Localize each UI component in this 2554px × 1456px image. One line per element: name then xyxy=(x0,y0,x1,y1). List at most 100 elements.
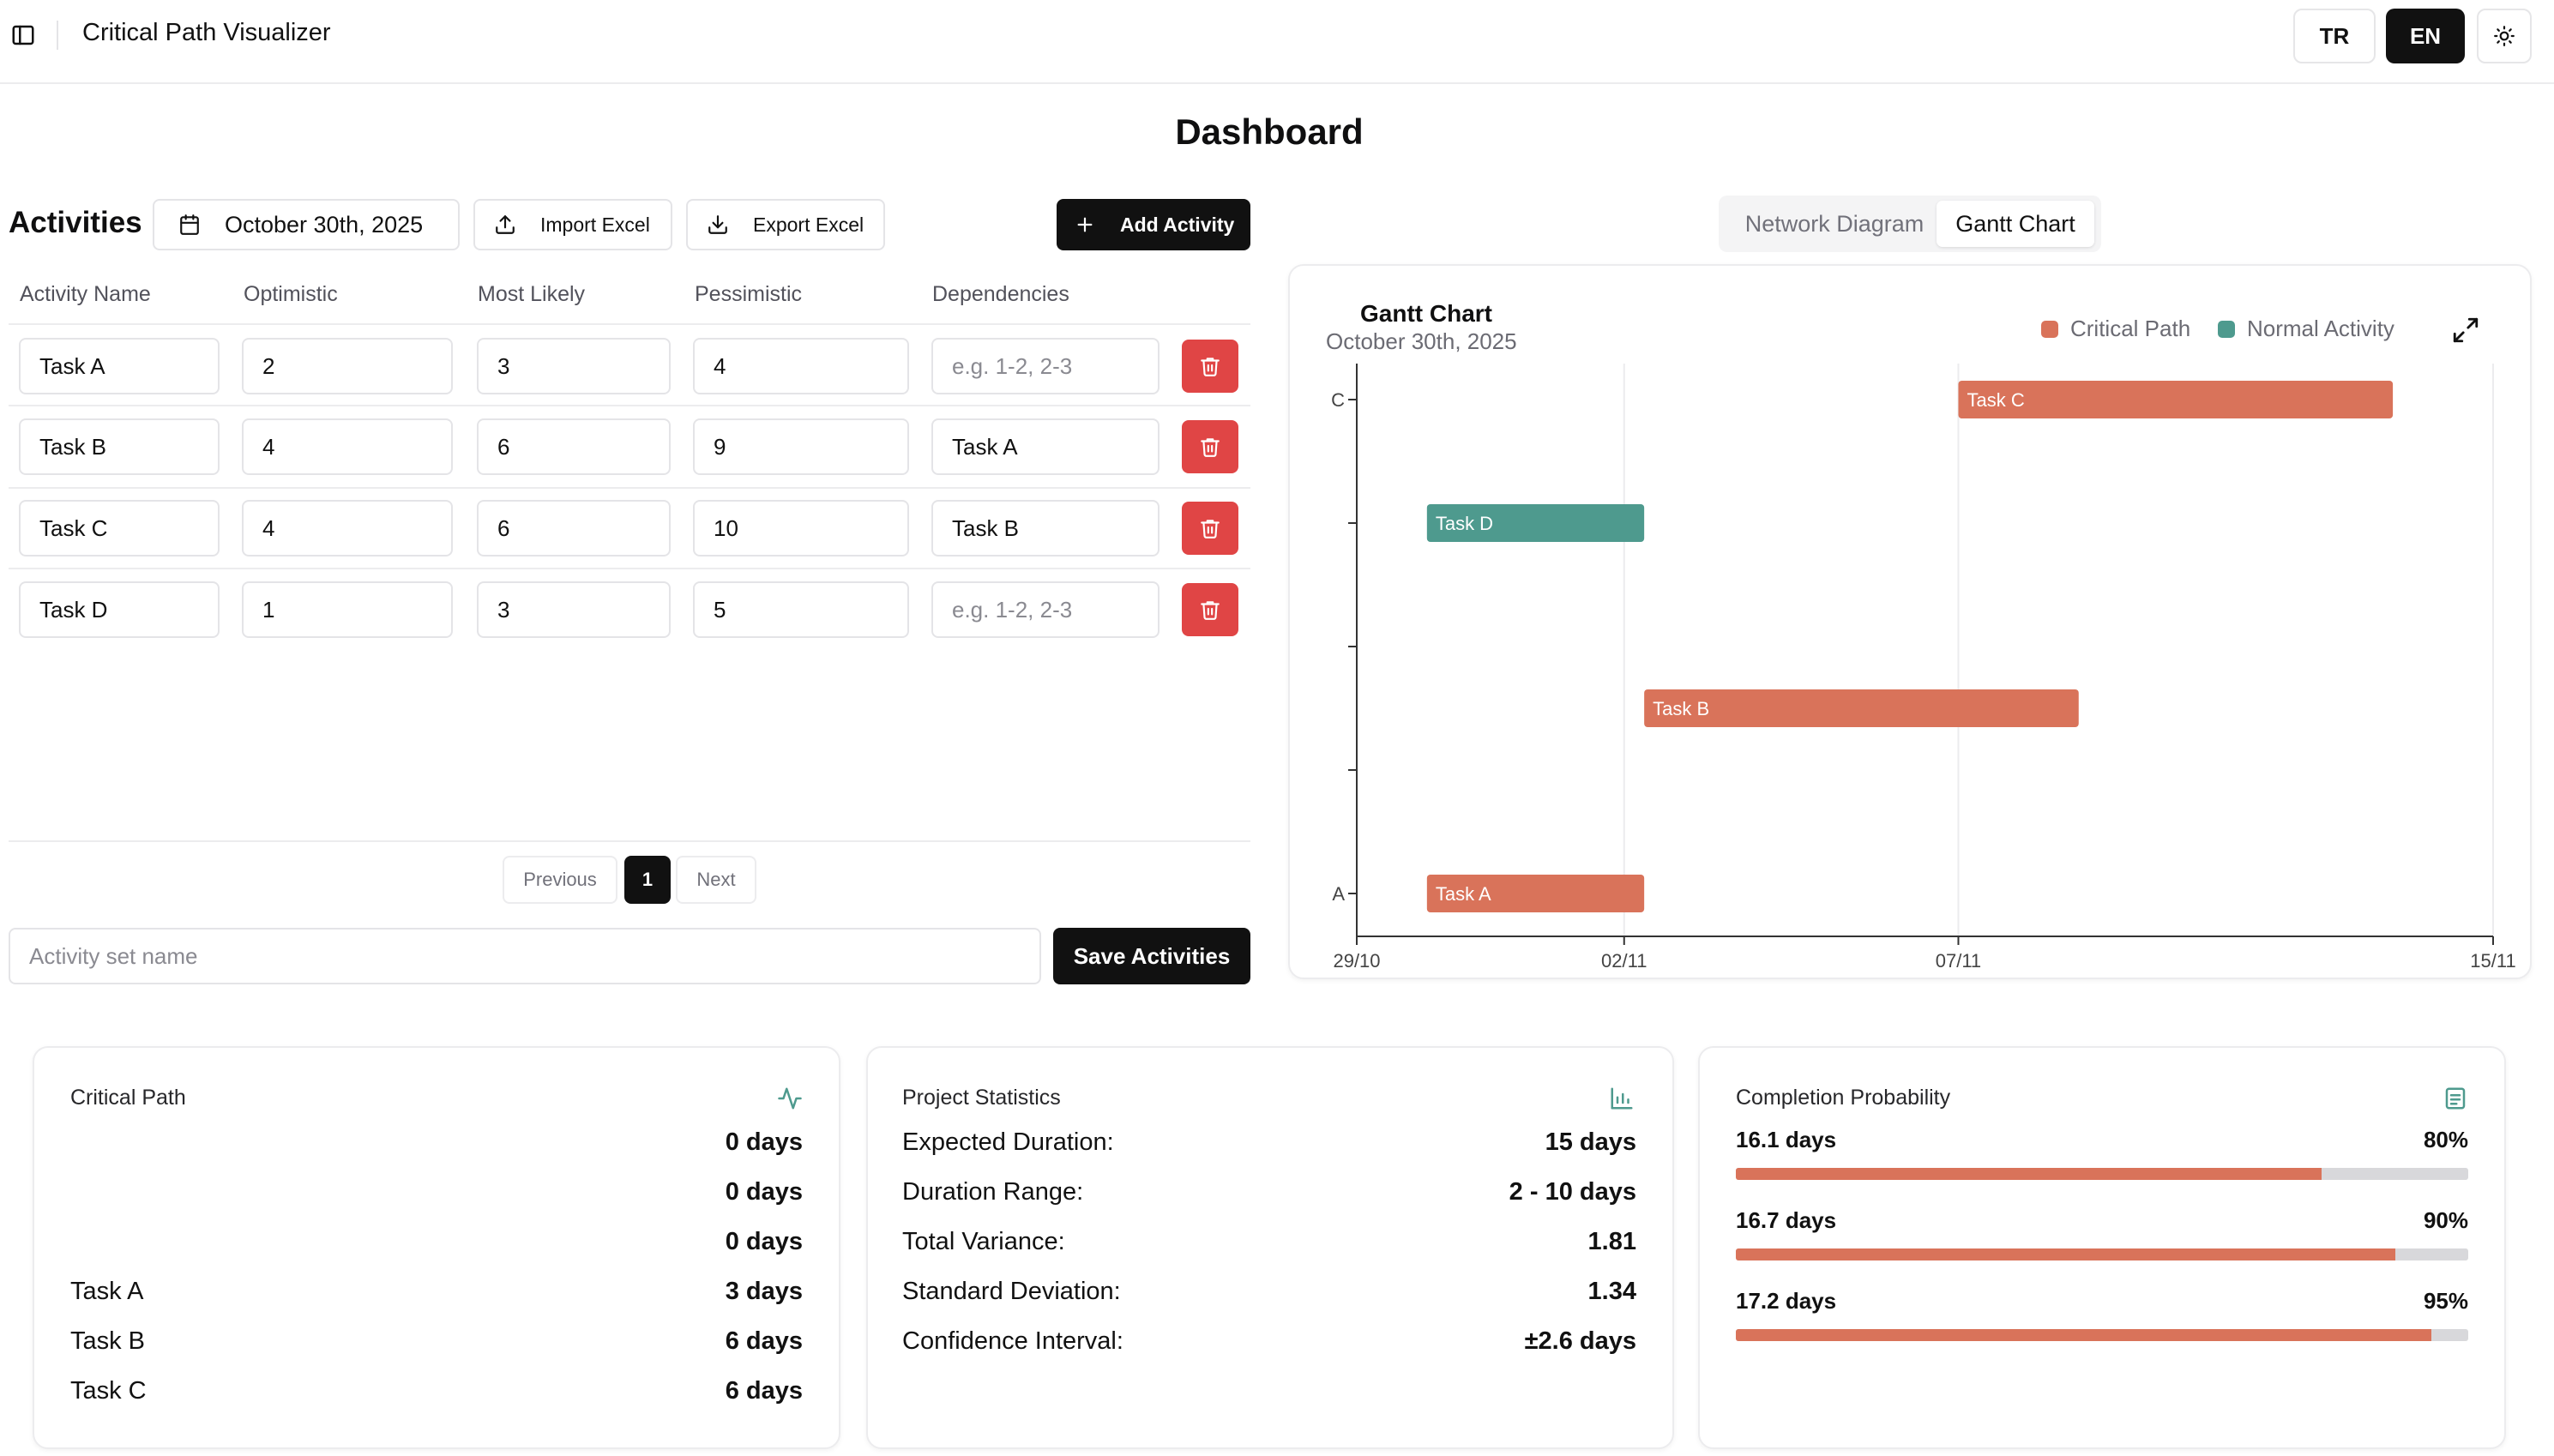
critical-path-title: Critical Path xyxy=(70,1086,186,1110)
legend-normal-activity: Normal Activity xyxy=(2218,316,2394,342)
probability-days: 17.2 days xyxy=(1736,1288,1837,1314)
delete-activity-button[interactable] xyxy=(1182,340,1238,393)
gantt-x-tick-label: 02/11 xyxy=(1601,950,1647,972)
pessimistic-input[interactable]: 9 xyxy=(693,418,909,475)
probability-bar-fill xyxy=(1736,1168,2322,1180)
legend-critical-swatch xyxy=(2041,320,2058,338)
row-divider xyxy=(9,487,1250,489)
pagination-next-button[interactable]: Next xyxy=(676,856,756,904)
critical-path-task-name: Task A xyxy=(70,1278,144,1305)
probability-percent: 95% xyxy=(2423,1288,2468,1314)
most-likely-input[interactable]: 3 xyxy=(477,338,671,394)
most-likely-input[interactable]: 3 xyxy=(477,581,671,638)
table-header-divider xyxy=(9,323,1250,325)
table-bottom-divider xyxy=(9,840,1250,842)
save-activities-button[interactable]: Save Activities xyxy=(1053,928,1250,984)
statistic-value: 15 days xyxy=(1545,1128,1636,1156)
legend-critical-label: Critical Path xyxy=(2070,316,2191,341)
dependencies-input[interactable]: e.g. 1-2, 2-3 xyxy=(931,581,1160,638)
probability-bar xyxy=(1736,1168,2468,1180)
gantt-bar-label: Task C xyxy=(1967,389,2024,411)
probability-percent: 90% xyxy=(2423,1207,2468,1233)
import-excel-label: Import Excel xyxy=(540,213,650,236)
export-excel-label: Export Excel xyxy=(753,213,864,236)
statistic-label: Total Variance: xyxy=(902,1228,1065,1255)
tab-network-diagram[interactable]: Network Diagram xyxy=(1724,201,1945,247)
activity-name-input[interactable]: Task C xyxy=(19,500,220,557)
probability-days: 16.1 days xyxy=(1736,1127,1837,1152)
gantt-date: October 30th, 2025 xyxy=(1326,328,1517,354)
sidebar-toggle-icon[interactable] xyxy=(10,22,36,48)
critical-path-task-duration: 6 days xyxy=(725,1327,803,1355)
export-excel-button[interactable]: Export Excel xyxy=(686,199,885,250)
gantt-chart: A C 29/10 02/11 07/11 15/11 Task C Task D Task B… xyxy=(1331,364,2516,972)
row-divider xyxy=(9,568,1250,569)
statistic-label: Standard Deviation: xyxy=(902,1278,1121,1305)
probability-bar-fill xyxy=(1736,1329,2432,1341)
sun-icon xyxy=(2494,26,2515,46)
pessimistic-input[interactable]: 10 xyxy=(693,500,909,557)
optimistic-input[interactable]: 4 xyxy=(242,418,453,475)
date-picker-button[interactable]: October 30th, 2025 xyxy=(153,199,460,250)
app-title: Critical Path Visualizer xyxy=(82,19,331,46)
activity-name-input[interactable]: Task D xyxy=(19,581,220,638)
row-divider xyxy=(9,405,1250,406)
statistic-label: Confidence Interval: xyxy=(902,1327,1123,1355)
delete-activity-button[interactable] xyxy=(1182,502,1238,555)
activity-name-input[interactable]: Task A xyxy=(19,338,220,394)
column-header-optimistic: Optimistic xyxy=(244,282,338,306)
dependencies-input[interactable]: Task B xyxy=(931,500,1160,557)
language-tr-button[interactable]: TR xyxy=(2293,9,2376,63)
gantt-x-tick-label: 07/11 xyxy=(1936,950,1981,972)
pessimistic-input[interactable]: 4 xyxy=(693,338,909,394)
optimistic-input[interactable]: 2 xyxy=(242,338,453,394)
upload-icon xyxy=(496,215,515,234)
column-header-pessimistic: Pessimistic xyxy=(695,282,803,306)
view-tabs: Network Diagram Gantt Chart xyxy=(1719,196,2101,252)
delete-activity-button[interactable] xyxy=(1182,420,1238,473)
legend-normal-swatch xyxy=(2218,320,2235,338)
download-icon xyxy=(708,215,727,234)
activity-set-name-input[interactable]: Activity set name xyxy=(9,928,1041,984)
dependencies-input[interactable]: e.g. 1-2, 2-3 xyxy=(931,338,1160,394)
probability-bar-fill xyxy=(1736,1248,2395,1260)
gantt-y-tick-label: A xyxy=(1332,883,1345,905)
pagination-previous-button[interactable]: Previous xyxy=(503,856,617,904)
statistic-value: 2 - 10 days xyxy=(1509,1178,1636,1206)
legend-critical-path: Critical Path xyxy=(2041,316,2190,342)
language-en-button[interactable]: EN xyxy=(2386,9,2465,63)
activity-name-input[interactable]: Task B xyxy=(19,418,220,475)
gantt-x-tick-label: 15/11 xyxy=(2470,950,2515,972)
activity-pulse-icon xyxy=(777,1086,803,1111)
header-divider xyxy=(57,21,58,50)
page-title: Dashboard xyxy=(1175,111,1364,152)
delete-activity-button[interactable] xyxy=(1182,583,1238,636)
trash-icon xyxy=(1201,520,1220,538)
pagination-page-button[interactable]: 1 xyxy=(624,856,671,904)
statistic-value: 1.34 xyxy=(1587,1278,1636,1305)
statistic-label: Duration Range: xyxy=(902,1178,1084,1206)
optimistic-input[interactable]: 1 xyxy=(242,581,453,638)
trash-icon xyxy=(1201,358,1220,376)
expand-icon[interactable] xyxy=(2451,316,2480,345)
clipboard-list-icon xyxy=(2443,1086,2468,1111)
most-likely-input[interactable]: 6 xyxy=(477,500,671,557)
critical-path-task-name: Task B xyxy=(70,1327,146,1355)
project-statistics-title: Project Statistics xyxy=(902,1086,1061,1110)
trash-icon xyxy=(1201,438,1220,457)
dependencies-input[interactable]: Task A xyxy=(931,418,1160,475)
calendar-icon xyxy=(180,214,199,235)
top-bar: Critical Path Visualizer TR EN xyxy=(0,0,2554,84)
import-excel-button[interactable]: Import Excel xyxy=(473,199,672,250)
theme-toggle-button[interactable] xyxy=(2477,9,2532,63)
most-likely-input[interactable]: 6 xyxy=(477,418,671,475)
tab-gantt-chart[interactable]: Gantt Chart xyxy=(1937,201,2094,247)
add-activity-button[interactable]: Add Activity xyxy=(1057,199,1250,250)
plus-icon xyxy=(1077,217,1093,232)
statistic-value: ±2.6 days xyxy=(1524,1327,1636,1355)
probability-bar xyxy=(1736,1248,2468,1260)
gantt-x-tick-label: 29/10 xyxy=(1333,950,1380,972)
pessimistic-input[interactable]: 5 xyxy=(693,581,909,638)
activities-title: Activities xyxy=(9,206,142,239)
optimistic-input[interactable]: 4 xyxy=(242,500,453,557)
